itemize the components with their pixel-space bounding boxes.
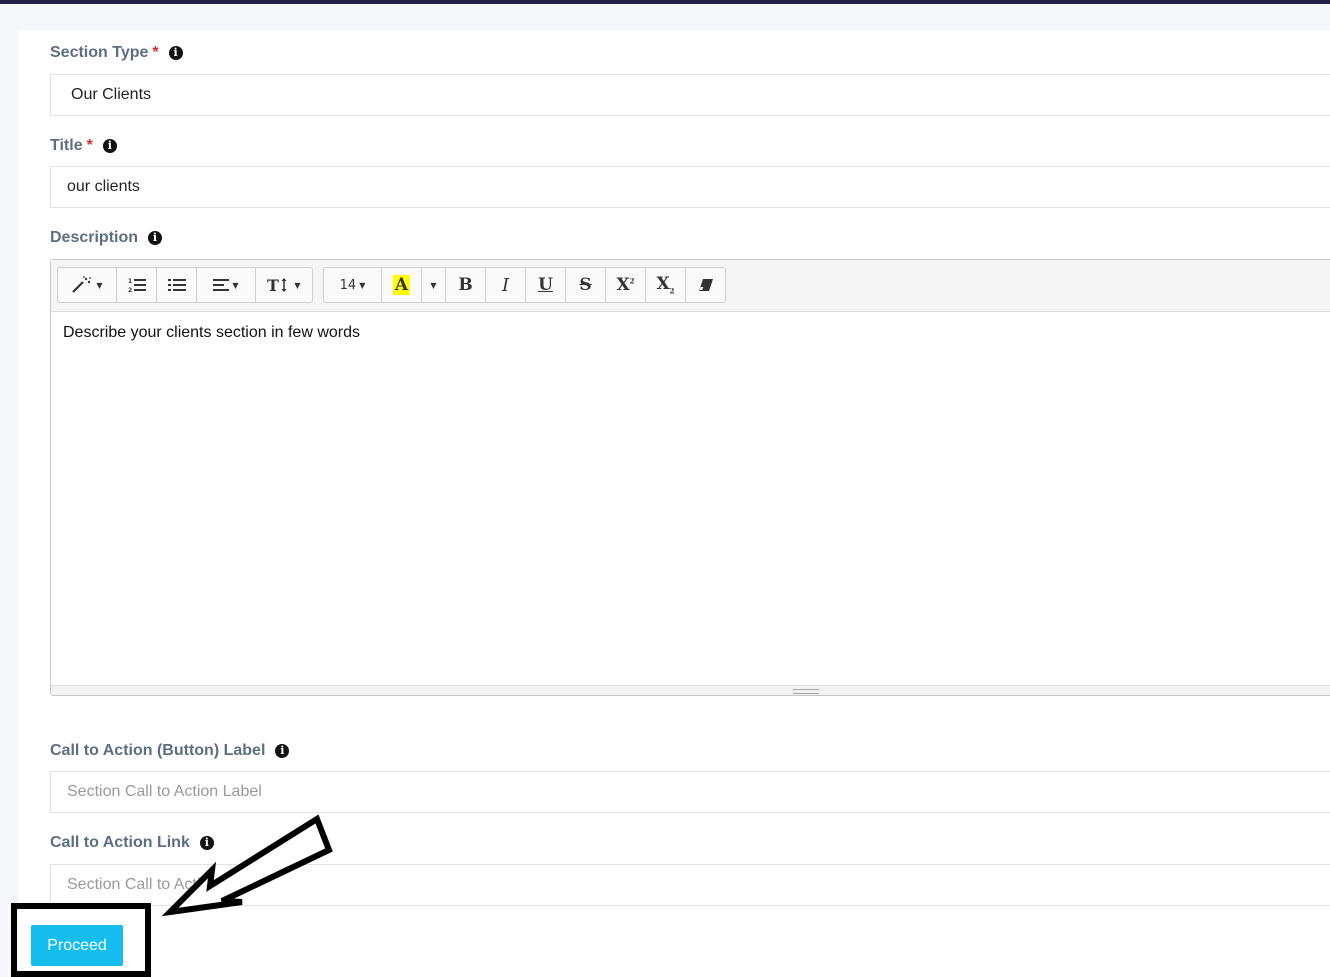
section-type-label: Section Type * i xyxy=(50,44,183,62)
subscript-icon: X2 xyxy=(656,274,675,296)
rich-text-editor[interactable]: ▼ 1 2 ▼ T ▼ 14 ▼ A ▼ B I U S X2 X2 Descr… xyxy=(50,259,1330,696)
toolbar-group-font: 14 ▼ A ▼ B I U S X2 X2 xyxy=(323,267,726,303)
editor-content[interactable]: Describe your clients section in few wor… xyxy=(63,324,360,342)
text-color-dropdown[interactable]: ▼ xyxy=(421,267,446,303)
paragraph-align-button[interactable]: ▼ xyxy=(196,267,256,303)
font-size-button[interactable]: 14 ▼ xyxy=(323,267,382,303)
align-left-icon xyxy=(213,279,230,291)
style-magic-wand-button[interactable]: ▼ xyxy=(57,267,117,303)
underline-icon: U xyxy=(538,275,553,295)
ordered-list-icon: 1 2 xyxy=(128,278,146,293)
text-color-button[interactable]: A xyxy=(381,267,422,303)
title-label: Title * i xyxy=(50,137,117,155)
svg-text:2: 2 xyxy=(128,287,132,293)
clear-format-button[interactable] xyxy=(685,267,726,303)
bold-icon: B xyxy=(458,275,473,295)
description-label: Description i xyxy=(50,229,163,247)
strikethrough-button[interactable]: S xyxy=(565,267,606,303)
title-input[interactable] xyxy=(50,166,1330,208)
annotation-arrow-icon xyxy=(161,814,333,917)
proceed-button[interactable]: Proceed xyxy=(31,925,123,966)
superscript-icon: X2 xyxy=(616,275,635,295)
superscript-button[interactable]: X2 xyxy=(605,267,646,303)
italic-button[interactable]: I xyxy=(485,267,526,303)
unordered-list-icon xyxy=(167,279,186,291)
line-height-button[interactable]: T ▼ xyxy=(255,267,313,303)
italic-icon: I xyxy=(501,274,510,296)
cta-label-input[interactable] xyxy=(50,771,1330,813)
resize-grip-icon xyxy=(793,689,819,694)
chevron-down-icon: ▼ xyxy=(359,280,366,290)
info-icon[interactable]: i xyxy=(148,231,163,245)
cta-label-label: Call to Action (Button) Label i xyxy=(50,742,290,760)
svg-text:1: 1 xyxy=(128,278,132,285)
chevron-down-icon: ▼ xyxy=(232,280,239,290)
eraser-icon xyxy=(698,279,713,291)
bold-button[interactable]: B xyxy=(445,267,486,303)
unordered-list-button[interactable] xyxy=(156,267,197,303)
info-icon[interactable]: i xyxy=(168,46,183,60)
toolbar-group-format: ▼ 1 2 ▼ T ▼ xyxy=(57,267,313,303)
chevron-down-icon: ▼ xyxy=(294,280,301,290)
chevron-down-icon: ▼ xyxy=(430,280,437,290)
editor-toolbar: ▼ 1 2 ▼ T ▼ 14 ▼ A ▼ B I U S X2 X2 xyxy=(51,260,1330,312)
info-icon[interactable]: i xyxy=(275,744,290,758)
strikethrough-icon: S xyxy=(579,275,592,295)
svg-text:T: T xyxy=(267,277,279,293)
text-height-icon: T xyxy=(267,277,287,293)
info-icon[interactable]: i xyxy=(102,139,117,153)
section-type-select[interactable]: Our Clients xyxy=(50,74,1330,116)
subscript-button[interactable]: X2 xyxy=(645,267,686,303)
required-asterisk: * xyxy=(152,44,159,61)
underline-button[interactable]: U xyxy=(525,267,566,303)
required-asterisk: * xyxy=(86,137,93,154)
ordered-list-button[interactable]: 1 2 xyxy=(116,267,157,303)
chevron-down-icon: ▼ xyxy=(96,280,103,290)
magic-wand-icon xyxy=(72,276,92,293)
top-nav-bar xyxy=(0,0,1330,4)
text-color-icon: A xyxy=(392,275,411,295)
editor-resize-bar[interactable] xyxy=(51,685,1330,695)
